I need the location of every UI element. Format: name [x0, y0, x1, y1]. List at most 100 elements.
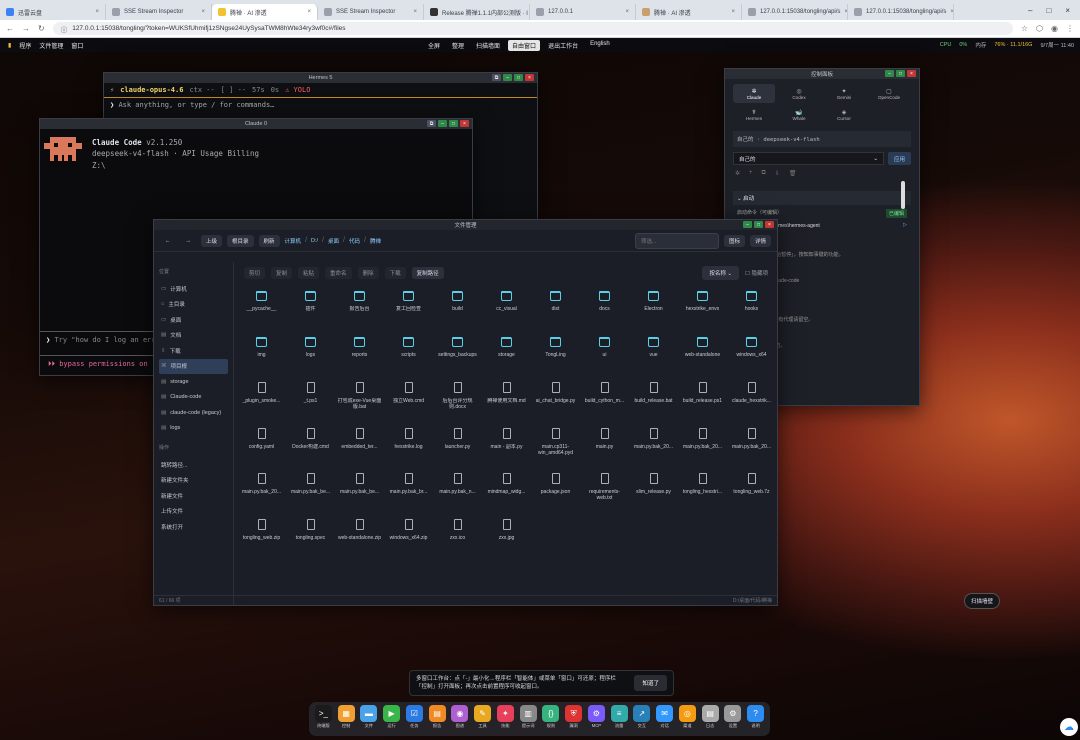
tab-close-icon[interactable]: ×	[201, 9, 205, 15]
view-icon-button[interactable]: 图标	[723, 234, 745, 247]
file-item[interactable]: hexstrike.log	[384, 421, 433, 467]
file-item[interactable]: main.py.bak_br...	[384, 466, 433, 512]
file-item[interactable]: web-standalone.zip	[335, 512, 384, 558]
sidebar-item[interactable]: ⌂ 主目录	[159, 297, 228, 313]
folder-item[interactable]: dist	[531, 284, 580, 330]
pin-button[interactable]: ⧉	[427, 120, 436, 127]
file-item[interactable]: windows_x64.zip	[384, 512, 433, 558]
file-item[interactable]: build_release.ps1	[678, 375, 727, 421]
topbar-action[interactable]: 扫描墙面	[472, 40, 504, 51]
sidebar-item[interactable]: ▭ 桌面	[159, 312, 228, 328]
agent-tile[interactable]: 🐋 Whale	[778, 105, 820, 124]
file-item[interactable]: slim_release.py	[629, 466, 678, 512]
star-icon[interactable]: ☆	[1021, 24, 1028, 33]
tab-close-icon[interactable]: ×	[95, 9, 99, 15]
profile-icon[interactable]: ◉	[1051, 24, 1058, 33]
dock-item[interactable]: ? 说明	[745, 705, 766, 729]
agent-tile[interactable]: ▢ OpenCode	[868, 84, 910, 103]
topbar-action[interactable]: 退出工作台	[544, 40, 582, 51]
folder-item[interactable]: reports	[335, 330, 384, 376]
file-action-button[interactable]: 删除	[357, 267, 379, 279]
browser-tab[interactable]: 腾禅 · AI 渗透 ×	[636, 4, 742, 20]
sidebar-op[interactable]: 上传文件	[159, 504, 228, 520]
folder-item[interactable]: ui	[580, 330, 629, 376]
dock-item[interactable]: ≡ 流量	[609, 705, 630, 729]
file-item[interactable]: main.py.bak_be...	[286, 466, 335, 512]
file-item[interactable]: ai_chat_bridge.py	[531, 375, 580, 421]
dock-item[interactable]: >_ 终端版	[313, 705, 334, 729]
pin-button[interactable]: ⧉	[492, 74, 501, 81]
folder-item[interactable]: TongLing	[531, 330, 580, 376]
file-item[interactable]: package.json	[531, 466, 580, 512]
file-item[interactable]: config.yaml	[237, 421, 286, 467]
dock-item[interactable]: ◎ 渠道	[677, 705, 698, 729]
sort-select[interactable]: 按名称 ⌄	[702, 266, 740, 280]
browser-tab[interactable]: 迅雷云盘 ×	[0, 4, 106, 20]
sidebar-item[interactable]: ▭ 计算机	[159, 281, 228, 297]
file-item[interactable]: build_release.bat	[629, 375, 678, 421]
dock-item[interactable]: ↗ 交互	[632, 705, 653, 729]
file-item[interactable]: mindmap_widg...	[482, 466, 531, 512]
breadcrumb-item[interactable]: 计算机	[285, 237, 302, 245]
agent-tile[interactable]: ✦ Gemini	[823, 84, 865, 103]
file-item[interactable]: 打包成exe-Vue桌面版.bat	[335, 375, 384, 421]
file-item[interactable]: embedded_ter...	[335, 421, 384, 467]
dock-item[interactable]: ⛨ 漏洞	[563, 705, 584, 729]
dock-item[interactable]: ◉ 图谱	[450, 705, 471, 729]
close-button[interactable]: ×	[907, 70, 916, 77]
tab-close-icon[interactable]: ×	[413, 9, 417, 15]
folder-item[interactable]: windows_x64	[727, 330, 776, 376]
sidebar-item[interactable]: ▤ storage	[159, 374, 228, 390]
folder-item[interactable]: vue	[629, 330, 678, 376]
file-item[interactable]: claude_hexstrik...	[727, 375, 776, 421]
maximize-button[interactable]: □	[449, 120, 458, 127]
forward-icon[interactable]: →	[22, 24, 30, 33]
file-item[interactable]: zxx.jpg	[482, 512, 531, 558]
file-item[interactable]: zxx.ico	[433, 512, 482, 558]
sidebar-item[interactable]: ▤ logs	[159, 421, 228, 437]
folder-item[interactable]: 插件	[286, 284, 335, 330]
tab-close-icon[interactable]: ×	[625, 9, 629, 15]
tab-close-icon[interactable]: ×	[950, 9, 953, 15]
add-icon[interactable]: +	[749, 170, 753, 177]
scrollbar-thumb[interactable]	[901, 181, 905, 209]
dock-item[interactable]: ▥ 提示词	[518, 705, 539, 729]
dock-item[interactable]: ▤ 报告	[427, 705, 448, 729]
tab-close-icon[interactable]: ×	[307, 9, 311, 15]
browser-tab[interactable]: SSE Stream Inspector ×	[106, 4, 212, 20]
delete-icon[interactable]: 🗑	[789, 170, 797, 177]
menu-icon[interactable]: ⋮	[1066, 24, 1074, 33]
folder-item[interactable]: img	[237, 330, 286, 376]
topbar-action[interactable]: English	[586, 40, 614, 51]
dock-item[interactable]: ▬ 文件	[359, 705, 380, 729]
maximize-button[interactable]: □	[896, 70, 905, 77]
browser-tab[interactable]: 腾禅 · AI 渗透 ×	[212, 4, 318, 20]
file-action-button[interactable]: 粘贴	[298, 267, 320, 279]
section-start-header[interactable]: ⌄ 启动	[733, 191, 911, 205]
claude-titlebar[interactable]: Claude 0 ⧉ – □ ×	[40, 119, 472, 129]
browser-tab[interactable]: 127.0.0.1:15038/tongling/api/s ×	[742, 4, 848, 20]
file-item[interactable]: _t.ps1	[286, 375, 335, 421]
file-item[interactable]: main - 副本.py	[482, 421, 531, 467]
browser-tab[interactable]: SSE Stream Inspector ×	[318, 4, 424, 20]
dock-item[interactable]: ⚙ MCP	[586, 705, 607, 728]
file-item[interactable]: Docker构建.cmd	[286, 421, 335, 467]
file-item[interactable]: launcher.py	[433, 421, 482, 467]
maximize-button[interactable]: □	[514, 74, 523, 81]
close-button[interactable]: ×	[460, 120, 469, 127]
hermes-input[interactable]: ❯ Ask anything, or type / for commands…	[104, 98, 537, 112]
back-button[interactable]: ←	[160, 236, 176, 246]
file-item[interactable]: tongling_web.zip	[237, 512, 286, 558]
folder-item[interactable]: docs	[580, 284, 629, 330]
copy-icon[interactable]: ⧉	[762, 170, 766, 177]
dock-item[interactable]: ✉ 对话	[654, 705, 675, 729]
agent-tile[interactable]: ☤ Hermes	[733, 105, 775, 124]
sidebar-item[interactable]: ▤ Claude-code	[159, 390, 228, 406]
control-titlebar[interactable]: 控制面板 – □ ×	[725, 69, 919, 79]
folder-item[interactable]: logs	[286, 330, 335, 376]
close-button[interactable]: ×	[765, 221, 774, 228]
file-item[interactable]: main.py.bak_20...	[678, 421, 727, 467]
minimize-button[interactable]: –	[503, 74, 512, 81]
star-icon[interactable]: ✲	[735, 170, 740, 177]
menu-window[interactable]: 窗口	[71, 41, 83, 50]
